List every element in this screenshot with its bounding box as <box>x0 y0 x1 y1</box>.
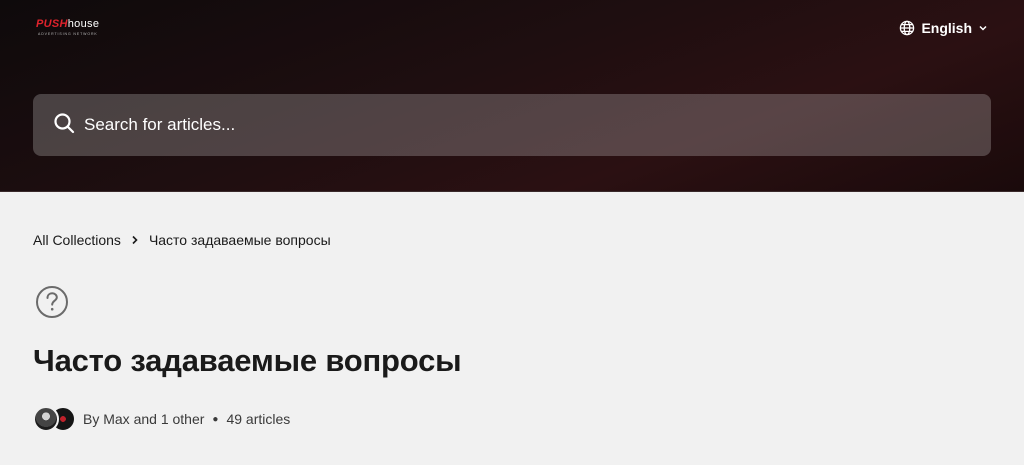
page-title: Часто задаваемые вопросы <box>33 343 462 378</box>
chevron-right-icon <box>131 233 139 248</box>
language-selector[interactable]: English <box>899 18 988 38</box>
separator-dot: ● <box>212 413 219 425</box>
brand-logo[interactable]: PUSHhouse ADVERTISING NETWORK <box>36 18 106 42</box>
author-avatars <box>33 406 77 432</box>
article-count: 49 articles <box>226 411 291 427</box>
search-bar[interactable] <box>33 94 991 156</box>
collection-meta: By Max and 1 other ● 49 articles <box>33 406 290 432</box>
breadcrumb: All Collections Часто задаваемые вопросы <box>33 232 331 248</box>
breadcrumb-current: Часто задаваемые вопросы <box>148 232 331 248</box>
avatar <box>33 406 59 432</box>
question-circle-icon <box>35 285 69 319</box>
chevron-down-icon <box>978 23 988 33</box>
logo-tagline: ADVERTISING NETWORK <box>38 32 98 36</box>
breadcrumb-all-collections[interactable]: All Collections <box>33 232 121 248</box>
search-input[interactable] <box>84 115 964 135</box>
search-icon <box>53 112 75 139</box>
header-banner: PUSHhouse ADVERTISING NETWORK English <box>0 0 1024 192</box>
logo-secondary: house <box>67 18 100 30</box>
language-label: English <box>921 20 972 36</box>
logo-primary: PUSH <box>36 18 68 30</box>
logo-wordmark: PUSHhouse <box>36 18 99 30</box>
authors-text: By Max and 1 other <box>83 411 205 427</box>
globe-icon <box>899 20 915 36</box>
